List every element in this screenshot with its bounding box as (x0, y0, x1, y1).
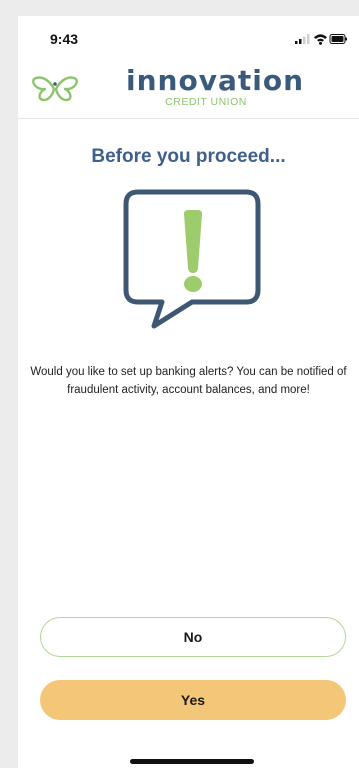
wifi-icon (314, 34, 327, 45)
status-icons (295, 34, 347, 45)
page-title: Before you proceed... (91, 146, 286, 167)
speech-bubble-exclamation-icon (123, 189, 261, 329)
brand-name: innovation (126, 64, 304, 97)
alert-message: Would you like to set up banking alerts?… (30, 366, 347, 396)
brand-subtitle: CREDIT UNION (165, 96, 247, 108)
status-bar: 9:43 (18, 16, 359, 62)
yes-button-label: Yes (180, 692, 206, 708)
yes-button[interactable]: Yes (40, 680, 346, 720)
app-header: innovation CREDIT UNION (18, 62, 359, 119)
app-screen: 9:43 innovation CREDIT UNION Before you … (18, 16, 359, 768)
no-button[interactable]: No (40, 617, 346, 657)
butterfly-logo-icon (32, 76, 78, 102)
home-indicator[interactable] (130, 759, 254, 764)
cellular-signal-icon (295, 34, 310, 44)
no-button-label: No (183, 629, 203, 645)
battery-icon (329, 34, 347, 44)
status-time: 9:43 (50, 31, 79, 47)
